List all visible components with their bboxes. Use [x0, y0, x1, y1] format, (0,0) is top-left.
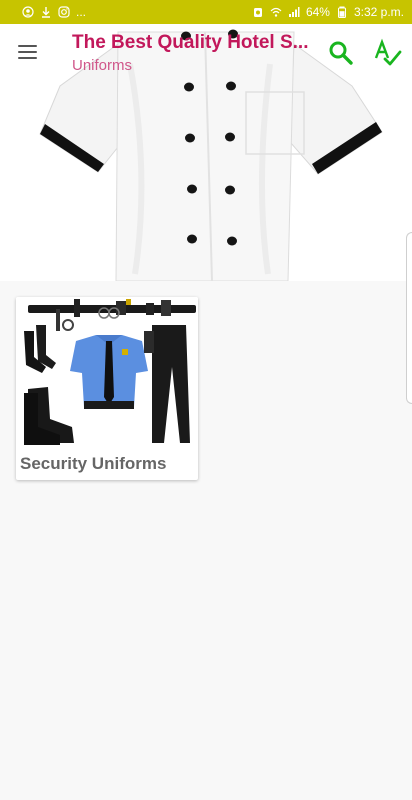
app-toolbar: The Best Quality Hotel S... Uniforms: [0, 24, 412, 80]
person-circle-icon: [22, 6, 34, 18]
status-time: 3:32 p.m.: [353, 5, 404, 19]
status-left: ...: [22, 5, 86, 19]
app-subtitle: Uniforms: [72, 57, 133, 74]
category-card-image: [16, 297, 198, 447]
download-icon: [40, 6, 52, 18]
search-icon: [329, 41, 353, 65]
menu-button[interactable]: [12, 38, 44, 66]
wifi-icon: [270, 6, 282, 18]
security-uniform-set-image: [16, 297, 198, 447]
signal-icon: [288, 6, 300, 18]
spellcheck-icon: [374, 38, 402, 66]
edge-panel-handle[interactable]: [406, 232, 412, 404]
status-more: ...: [76, 5, 87, 19]
menu-icon-bar-3: [18, 57, 37, 59]
status-bar: ... 64% 3:32 p.m.: [0, 0, 412, 24]
alarm-icon: [252, 6, 264, 18]
battery-icon: [336, 6, 348, 18]
screen: ... 64% 3:32 p.m. The Best Quality Hotel…: [0, 0, 412, 800]
spellcheck-button[interactable]: [372, 38, 402, 68]
app-title: The Best Quality Hotel S...: [72, 32, 309, 53]
menu-icon-bar-1: [18, 45, 37, 47]
instagram-icon: [58, 6, 70, 18]
title-block: The Best Quality Hotel S... Uniforms: [72, 32, 312, 74]
menu-icon-bar-2: [18, 51, 37, 53]
status-right: 64% 3:32 p.m.: [252, 5, 404, 19]
category-card[interactable]: Security Uniforms: [16, 297, 198, 480]
battery-percent: 64%: [305, 5, 330, 19]
search-button[interactable]: [326, 38, 356, 68]
category-card-title: Security Uniforms: [20, 454, 167, 473]
